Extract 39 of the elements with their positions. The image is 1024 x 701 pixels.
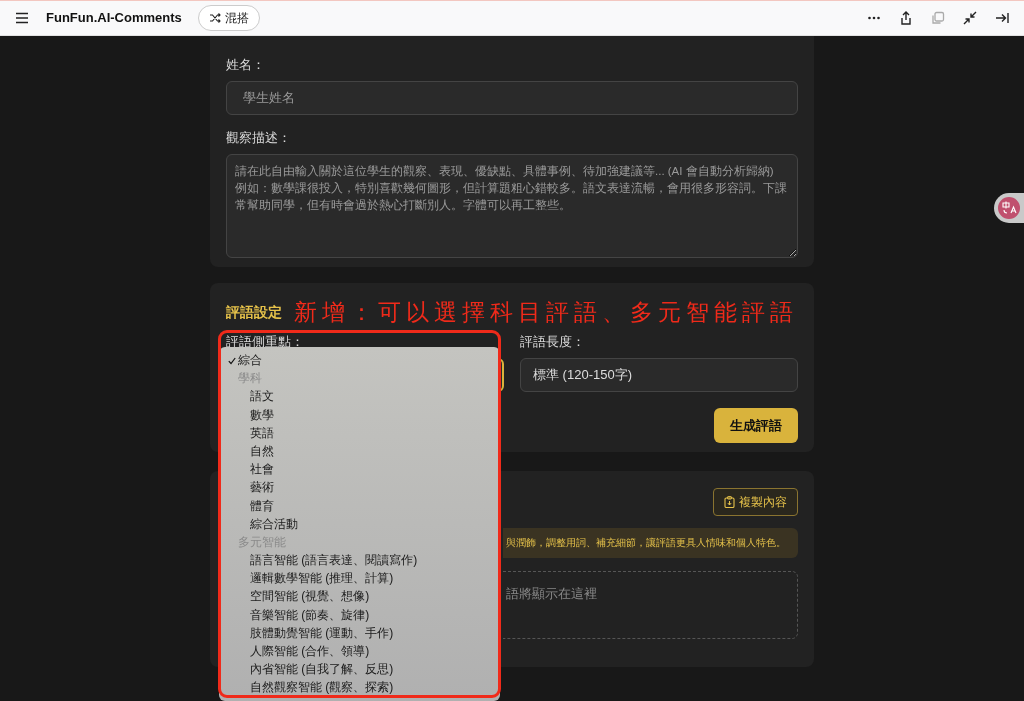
- name-field[interactable]: 學生姓名: [226, 80, 798, 115]
- menu-option[interactable]: 內省智能 (自我了解、反思): [240, 660, 394, 679]
- focus-label: 評語側重點：: [226, 334, 305, 351]
- section-title: 評語設定: [226, 302, 282, 322]
- menu-option[interactable]: 體育: [240, 496, 274, 515]
- copy-button[interactable]: 複製內容: [713, 488, 798, 516]
- menu-option[interactable]: 人際智能 (合作、領導): [240, 642, 370, 661]
- annotation-text: 新增：可以選擇科目評語、多元智能評語: [294, 297, 798, 327]
- menu-option[interactable]: 數學: [240, 405, 274, 424]
- menu-option[interactable]: 社會: [240, 460, 274, 479]
- share-icon[interactable]: [898, 10, 914, 26]
- menu-option[interactable]: 英語: [240, 423, 274, 442]
- menu-option[interactable]: 藝術: [240, 478, 274, 497]
- menu-icon[interactable]: [14, 10, 30, 26]
- check-icon: [228, 356, 236, 365]
- length-label: 評語長度：: [520, 334, 586, 351]
- menu-option[interactable]: 自然觀察智能 (觀察、探索): [240, 678, 394, 697]
- menu-option[interactable]: 綜合: [228, 351, 262, 370]
- close-panel-icon[interactable]: [994, 10, 1010, 26]
- app-title: FunFun.AI-Comments: [46, 9, 182, 28]
- menu-option[interactable]: 空間智能 (視覺、想像): [240, 587, 370, 606]
- observation-label: 觀察描述：: [226, 129, 292, 147]
- menu-option[interactable]: 語言智能 (語言表達、閱讀寫作): [240, 551, 418, 570]
- menu-option[interactable]: 音樂智能 (節奏、旋律): [240, 605, 370, 624]
- generate-button[interactable]: 生成評語: [714, 407, 798, 444]
- result-area: 語將顯示在這裡: [503, 571, 798, 639]
- name-label: 姓名：: [226, 57, 266, 74]
- clipboard-icon: [724, 496, 735, 508]
- mix-button[interactable]: 混搭: [197, 5, 260, 31]
- notice-banner: 與潤飾，調整用詞、補充細節，讓評語更具人情味和個人特色。: [503, 528, 798, 558]
- menu-option[interactable]: 綜合活動: [240, 514, 298, 533]
- collapse-icon[interactable]: [962, 10, 978, 26]
- menu-option[interactable]: 邏輯數學智能 (推理、計算): [240, 569, 394, 588]
- observation-field[interactable]: 請在此自由輸入關於這位學生的觀察、表現、優缺點、具體事例、待加強建議等... (AI 會自動分析歸納) 例如：數學課很投入，特別喜歡幾何圖形，但計算題粗心錯較多。語文表達流暢，會用很多形容詞。下課常幫助同學，但有時會過於熱心打斷別人。字體可以再工整些。: [226, 153, 798, 258]
- menu-option[interactable]: 自然: [240, 441, 274, 461]
- menu-option[interactable]: 語文: [240, 387, 274, 406]
- menu-option[interactable]: 肢體動覺智能 (運動、手作): [240, 623, 394, 642]
- shuffle-icon: [208, 12, 221, 24]
- length-select[interactable]: 標準 (120-150字): [520, 357, 798, 392]
